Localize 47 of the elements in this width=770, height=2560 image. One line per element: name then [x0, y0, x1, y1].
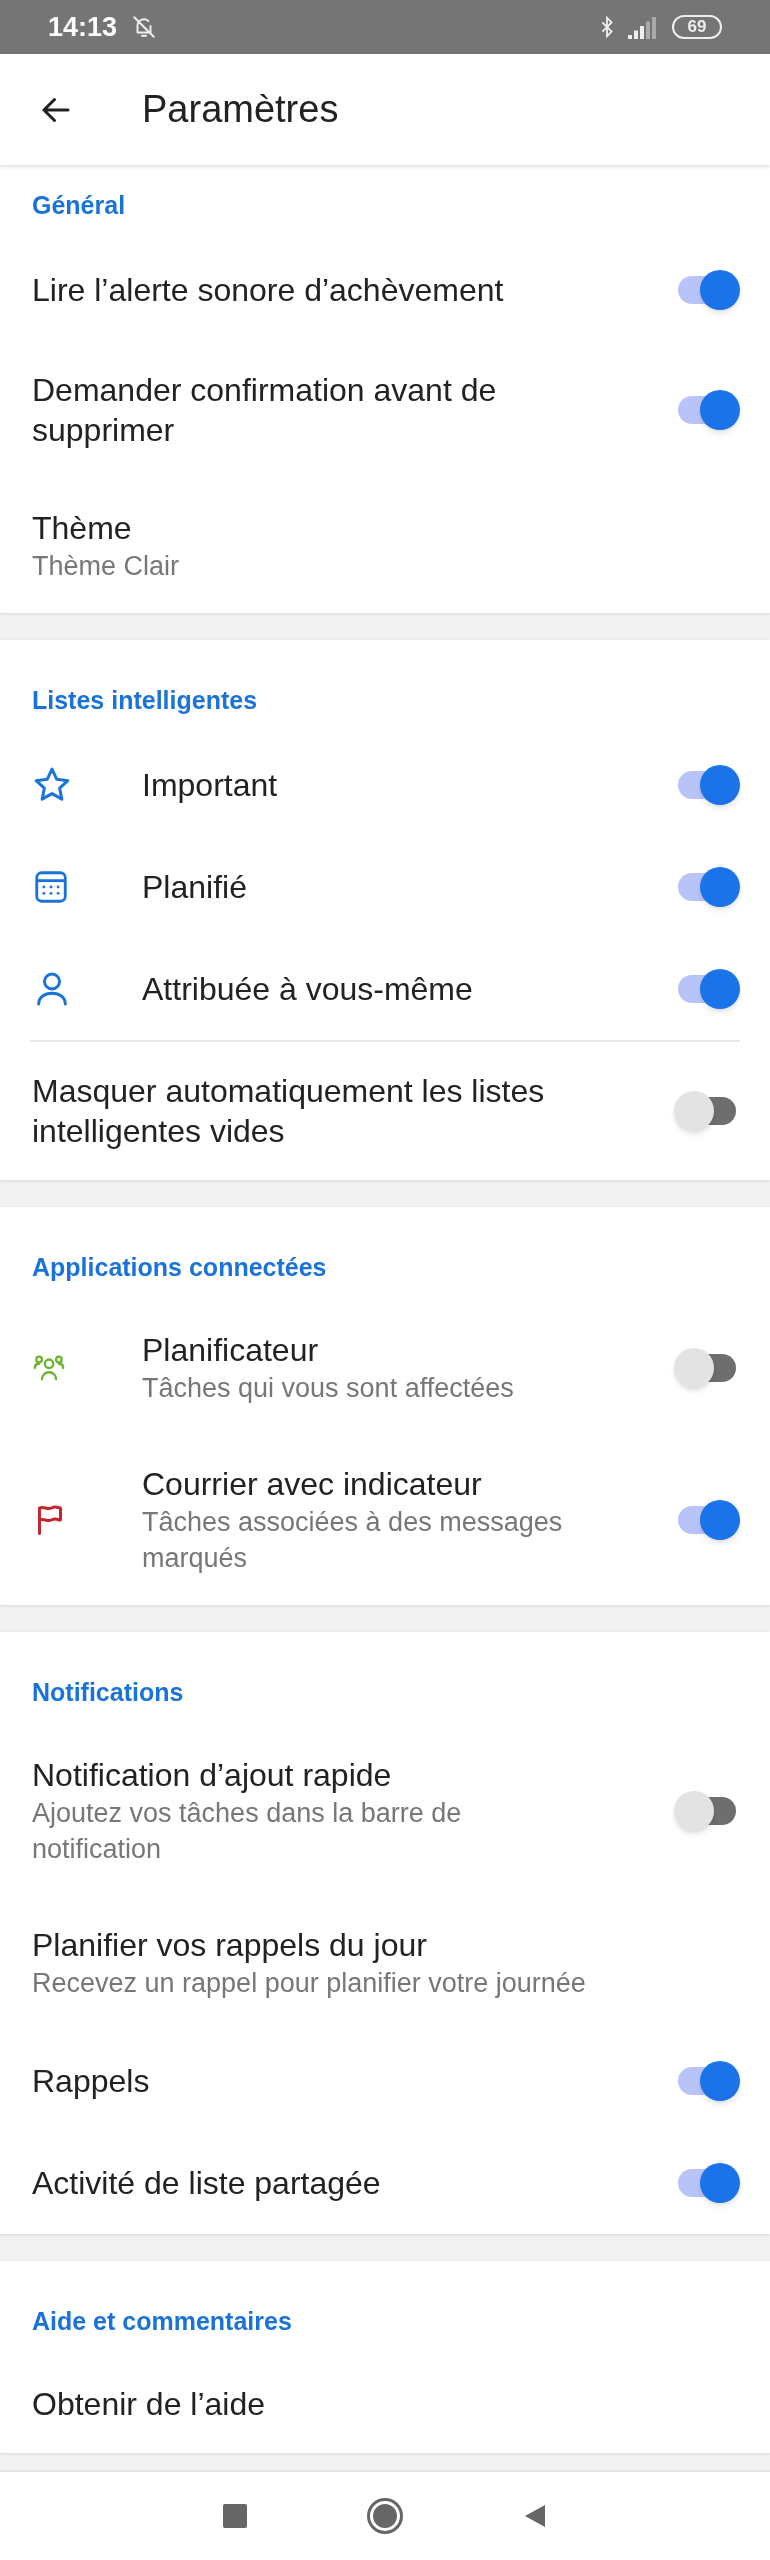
setting-row[interactable]: Activité de liste partagée [0, 2132, 770, 2234]
section-header: Aide et commentaires [32, 2307, 292, 2335]
setting-row[interactable]: Planifier vos rappels du jour Recevez un rappel pour planifier votre journée [0, 1896, 770, 2030]
setting-description: Tâches qui vous sont affectées [142, 1372, 515, 1405]
setting-title: Masquer automatiquement les listes intelligentes vides [32, 1072, 546, 1151]
setting-title: Lire l’alerte sonore d’achèvement [32, 271, 505, 310]
setting-row[interactable]: Planifié [0, 836, 770, 938]
setting-title: Planifier vos rappels du jour [32, 1926, 428, 1965]
section-header: Listes intelligentes [32, 686, 258, 714]
setting-row[interactable]: Obtenir de l’aide [0, 2355, 770, 2453]
section-header: Général [32, 191, 126, 219]
signal-icon [628, 15, 658, 39]
setting-row[interactable]: Attribuée à vous-même [0, 938, 770, 1040]
setting-title: Notification d’ajout rapide [32, 1756, 393, 1795]
setting-title: Courrier avec indicateur [142, 1465, 483, 1504]
setting-title: Demander confirmation avant de supprimer [32, 371, 498, 450]
calendar-icon [32, 868, 70, 906]
setting-row[interactable]: Lire l’alerte sonore d’achèvement [0, 239, 770, 341]
setting-description: Tâches associées à des messages marqués [142, 1506, 564, 1575]
nav-back-button[interactable] [523, 2503, 547, 2529]
setting-row[interactable]: Planificateur Tâches qui vous sont affectées [0, 1301, 770, 1435]
setting-row[interactable]: Demander confirmation avant de supprimer [0, 341, 770, 479]
setting-description: Recevez un rappel pour planifier votre journée [32, 1967, 587, 2000]
setting-title: Planifié [142, 868, 248, 907]
setting-title: Important [142, 766, 279, 805]
setting-description: Thème Clair [32, 550, 181, 583]
setting-row[interactable]: Rappels [0, 2030, 770, 2132]
triangle-icon [523, 2503, 547, 2529]
section-header: Applications connectées [32, 1253, 327, 1281]
page-title: Paramètres [142, 87, 339, 132]
setting-title: Activité de liste partagée [32, 2164, 382, 2203]
setting-row[interactable]: Thème Thème Clair [0, 479, 770, 613]
section-header: Notifications [32, 1678, 184, 1706]
setting-row[interactable]: Courrier avec indicateur Tâches associées à des messages marqués [0, 1435, 770, 1605]
bell-off-icon [131, 14, 158, 40]
setting-title: Attribuée à vous-même [142, 970, 474, 1009]
setting-title: Obtenir de l’aide [32, 2385, 267, 2424]
status-time: 14:13 [48, 10, 118, 44]
battery-indicator: 69 [672, 15, 722, 39]
setting-title: Rappels [32, 2062, 151, 2101]
home-button[interactable] [367, 2498, 403, 2534]
setting-row[interactable]: Important [0, 734, 770, 836]
setting-description: Ajoutez vos tâches dans la barre de notification [32, 1797, 463, 1866]
setting-title: Thème [32, 509, 133, 548]
setting-row[interactable]: Masquer automatiquement les listes intelligentes vides [0, 1042, 770, 1180]
setting-title: Planificateur [142, 1331, 320, 1370]
setting-row[interactable]: Notification d’ajout rapide Ajoutez vos tâches dans la barre de notification [0, 1726, 770, 1896]
